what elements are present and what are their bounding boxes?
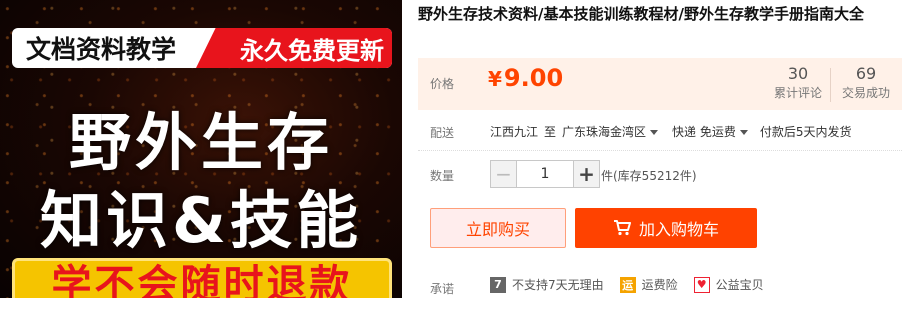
promo-top-banner: 文档资料教学 永久免费更新 xyxy=(12,28,392,68)
promise-text: 公益宝贝 xyxy=(715,278,764,292)
price-amount: 9.00 xyxy=(503,64,564,92)
sales-count: 69 xyxy=(855,64,877,83)
promise-item-seven-day[interactable]: 7 不支持7天无理由 xyxy=(490,276,604,293)
promise-item-freight-insurance[interactable]: 运 运费险 xyxy=(619,276,678,293)
promise-label: 承诺 xyxy=(430,282,455,296)
charity-icon: ♥ xyxy=(693,276,710,293)
quantity-stepper: − + xyxy=(490,160,600,188)
shipping-origin: 江西九江 xyxy=(490,125,539,139)
price-panel: 价格 ¥9.00 30 累计评论 69 交易成功 xyxy=(418,58,902,110)
dispatch-time: 付款后5天内发货 xyxy=(759,125,852,139)
quantity-label: 数量 xyxy=(430,169,455,183)
decrease-quantity-button[interactable]: − xyxy=(491,161,517,187)
sales-label: 交易成功 xyxy=(841,86,890,100)
currency-symbol: ¥ xyxy=(488,67,502,91)
buy-now-label: 立即购买 xyxy=(465,220,530,239)
price-label: 价格 xyxy=(430,77,455,91)
shipping-row: 江西九江 至 广东珠海金湾区 快递 免运费 付款后5天内发货 xyxy=(490,123,852,140)
reviews-label: 累计评论 xyxy=(773,86,822,100)
shipping-method-selector[interactable]: 快递 免运费 xyxy=(672,123,748,140)
shipping-label: 配送 xyxy=(430,126,455,140)
promise-item-charity[interactable]: ♥ 公益宝贝 xyxy=(693,276,764,293)
stat-divider xyxy=(830,68,831,102)
increase-quantity-button[interactable]: + xyxy=(573,161,599,187)
promise-text: 不支持7天无理由 xyxy=(512,278,604,292)
product-main-image[interactable]: 文档资料教学 永久免费更新 野外生存 知识&技能 学不会随时退款 xyxy=(0,0,402,298)
promo-bottom-banner: 学不会随时退款 xyxy=(12,258,392,298)
promo-banner-left-text: 文档资料教学 xyxy=(26,35,177,64)
reviews-stat[interactable]: 30 累计评论 xyxy=(768,64,828,102)
add-to-cart-button[interactable]: 加入购物车 xyxy=(575,208,757,248)
promo-headline-2: 知识&技能 xyxy=(39,184,363,257)
promise-text: 运费险 xyxy=(641,278,678,292)
promo-headline-1: 野外生存 xyxy=(68,106,333,179)
shipping-method-text: 快递 免运费 xyxy=(672,125,736,139)
quantity-input[interactable] xyxy=(517,161,573,187)
price-value: ¥9.00 xyxy=(488,64,563,92)
sales-stat: 69 交易成功 xyxy=(836,64,896,102)
destination-selector[interactable]: 广东珠海金湾区 xyxy=(562,123,659,140)
reviews-count: 30 xyxy=(787,64,809,83)
promise-list: 7 不支持7天无理由 运 运费险 ♥ 公益宝贝 xyxy=(490,276,780,293)
freight-insurance-icon: 运 xyxy=(619,276,636,293)
cart-icon xyxy=(613,220,631,236)
add-to-cart-label: 加入购物车 xyxy=(638,220,719,239)
buy-now-button[interactable]: 立即购买 xyxy=(430,208,566,248)
section-divider xyxy=(418,150,902,151)
chevron-down-icon xyxy=(650,130,659,135)
promo-banner-right-text: 永久免费更新 xyxy=(196,28,392,68)
destination-text: 广东珠海金湾区 xyxy=(562,125,647,139)
product-title: 野外生存技术资料/基本技能训练教程材/野外生存教学手册指南大全 xyxy=(418,5,864,23)
chevron-down-icon xyxy=(739,130,748,135)
stock-info: 件(库存55212件) xyxy=(601,169,697,183)
seven-day-return-icon: 7 xyxy=(490,276,506,293)
shipping-to-prefix: 至 xyxy=(544,125,557,139)
